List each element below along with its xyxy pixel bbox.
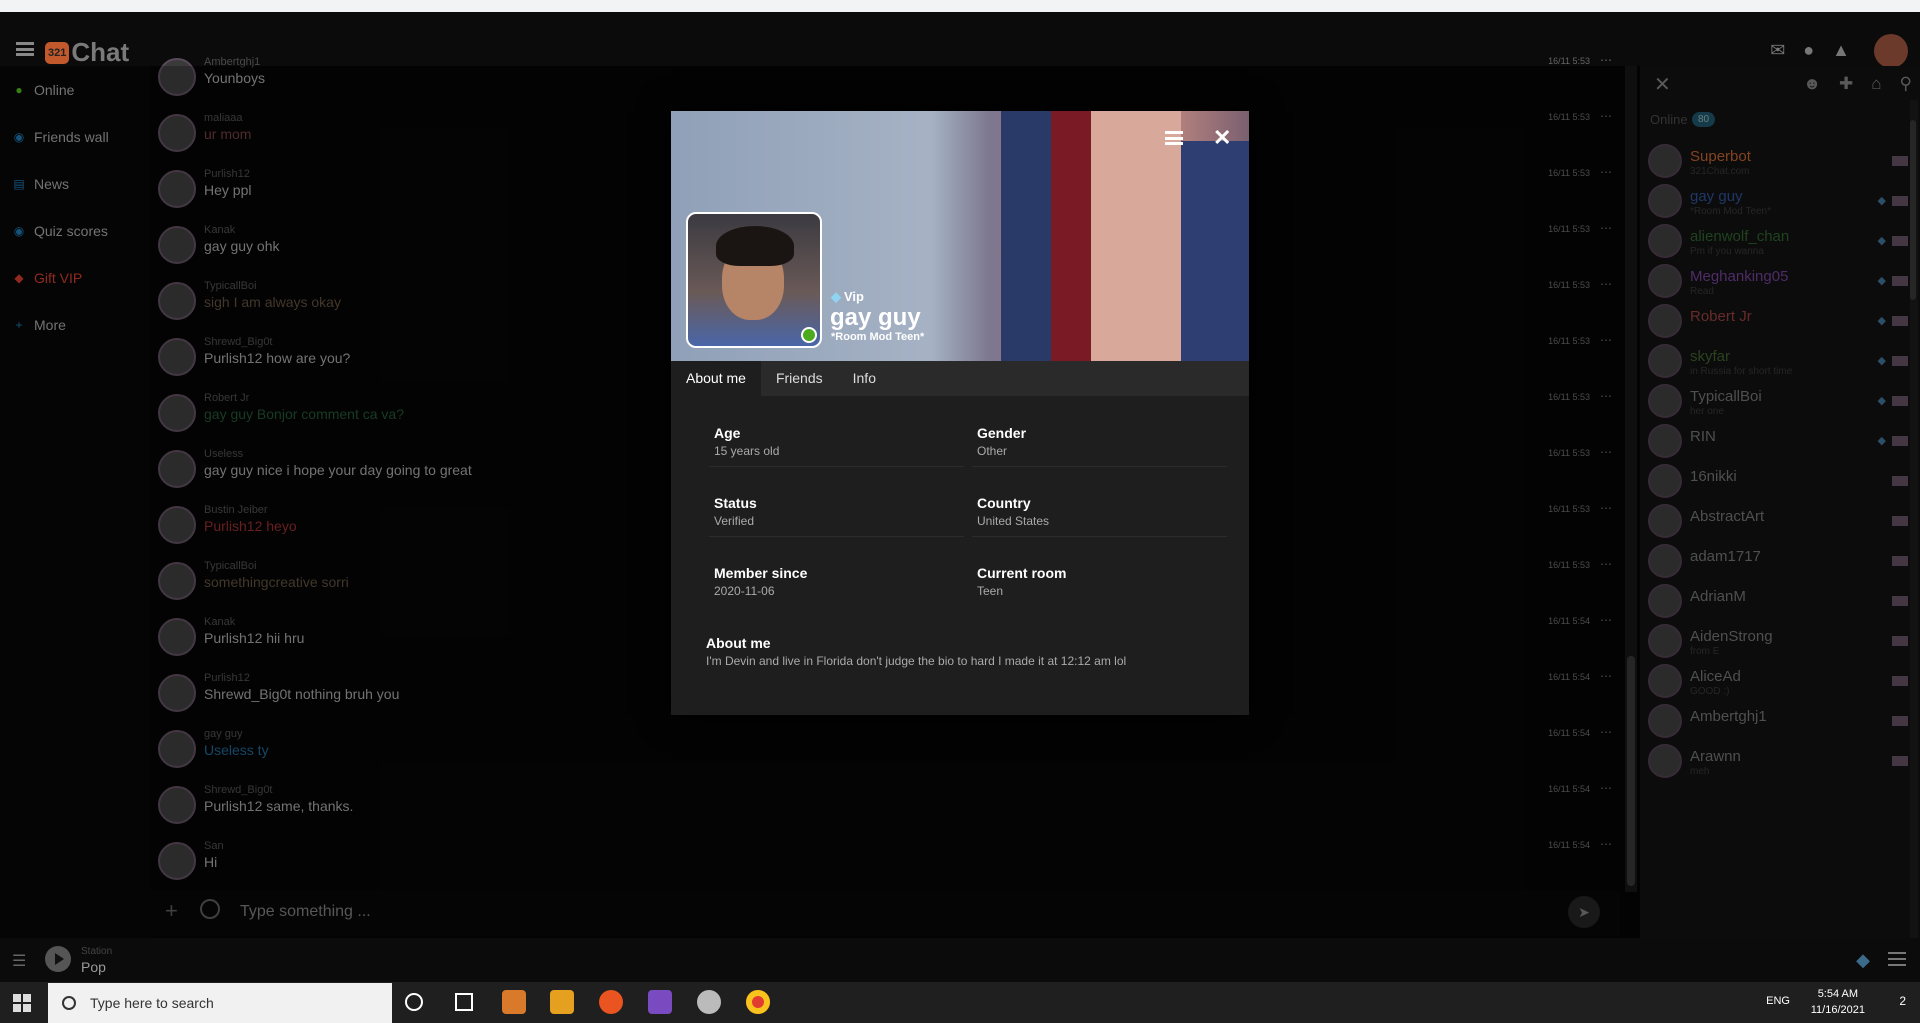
- file-explorer-icon[interactable]: [550, 990, 574, 1014]
- field-label: Age: [714, 425, 741, 441]
- cortana-icon[interactable]: [405, 993, 423, 1011]
- online-status-dot: [801, 327, 817, 343]
- field-current-room: Current room Teen: [972, 551, 1227, 607]
- close-icon[interactable]: ✕: [1213, 125, 1231, 151]
- notification-count: 2: [1899, 994, 1906, 1008]
- profile-menu-icon[interactable]: [1165, 131, 1183, 145]
- field-value: 15 years old: [714, 444, 780, 458]
- tab-about-me[interactable]: About me: [671, 361, 761, 396]
- windows-start-icon[interactable]: [13, 994, 31, 1012]
- visual-studio-icon[interactable]: [648, 990, 672, 1014]
- task-view-icon[interactable]: [455, 993, 473, 1011]
- vip-label: Vip: [844, 289, 864, 304]
- clock[interactable]: 5:54 AM 11/16/2021: [1811, 986, 1865, 1018]
- xampp-icon[interactable]: [502, 990, 526, 1014]
- field-label: Status: [714, 495, 757, 511]
- field-status: Status Verified: [709, 481, 964, 537]
- diamond-icon[interactable]: ◆: [1856, 950, 1870, 971]
- app-icon[interactable]: [697, 990, 721, 1014]
- taskbar: Type here to search ENG 5:54 AM 11/16/202…: [0, 982, 1920, 1023]
- field-age: Age 15 years old: [709, 411, 964, 467]
- message-options-icon[interactable]: ⋯: [1600, 53, 1612, 67]
- player-bar: ☰ Station Pop ◆: [0, 938, 1920, 982]
- top-icons: ✉ ● ▲: [1770, 40, 1850, 61]
- clock-date: 11/16/2021: [1810, 1004, 1865, 1016]
- logo[interactable]: 321 Chat: [45, 37, 129, 68]
- field-value: United States: [977, 514, 1050, 528]
- station-label: Station: [81, 946, 113, 957]
- logo-text: Chat: [71, 37, 130, 67]
- field-label: Member since: [714, 565, 808, 581]
- browser-bar: [0, 0, 1920, 12]
- field-label: Country: [977, 495, 1031, 511]
- field-country: Country United States: [972, 481, 1227, 537]
- play-icon[interactable]: [45, 946, 71, 972]
- search-icon: [62, 996, 76, 1010]
- profile-rank: *Room Mod Teen*: [831, 331, 925, 343]
- user-icon[interactable]: ●: [1803, 40, 1814, 61]
- profile-name: gay guy: [830, 304, 921, 331]
- bell-icon[interactable]: ▲: [1832, 40, 1850, 61]
- profile-modal: ✕ ◆ Vip gay guy *Room Mod Teen* About me …: [671, 111, 1249, 715]
- clock-time: 5:54 AM: [1817, 988, 1859, 1000]
- field-value: Other: [977, 444, 1008, 458]
- language-indicator[interactable]: ENG: [1766, 995, 1790, 1007]
- profile-avatar: [686, 212, 822, 348]
- field-value: Verified: [714, 514, 755, 528]
- ubuntu-icon[interactable]: [599, 990, 623, 1014]
- mail-icon[interactable]: ✉: [1770, 40, 1785, 61]
- field-member-since: Member since 2020-11-06: [709, 551, 964, 607]
- menu-icon[interactable]: [1888, 952, 1906, 966]
- tab-info[interactable]: Info: [838, 361, 891, 396]
- taskbar-search[interactable]: Type here to search: [48, 983, 392, 1023]
- chrome-icon[interactable]: [746, 990, 770, 1014]
- profile-tabs: About me Friends Info: [671, 361, 1249, 396]
- message-time: 16/11 5:53: [1548, 56, 1590, 66]
- station-name: Pop: [81, 959, 106, 975]
- field-value: Teen: [977, 584, 1004, 598]
- vip-badge: ◆ Vip: [831, 289, 864, 305]
- notification-icon[interactable]: 2: [1899, 994, 1906, 1008]
- hamburger-menu-icon[interactable]: [16, 42, 34, 56]
- field-gender: Gender Other: [972, 411, 1227, 467]
- app-window: 321 Chat ✉ ● ▲ ● Online ◉ Friends wall ▤ News…: [0, 0, 1920, 1023]
- avatar[interactable]: [1874, 34, 1908, 68]
- logo-badge: 321: [45, 41, 70, 64]
- diamond-icon: ◆: [831, 289, 841, 304]
- taskbar-search-text: Type here to search: [90, 995, 214, 1011]
- field-label: Current room: [977, 565, 1067, 581]
- settings-sliders-icon[interactable]: ☰: [12, 951, 26, 971]
- field-label: Gender: [977, 425, 1027, 441]
- about-label: About me: [706, 635, 771, 651]
- about-text: I'm Devin and live in Florida don't judg…: [706, 654, 1127, 668]
- tab-friends[interactable]: Friends: [761, 361, 838, 396]
- field-value: 2020-11-06: [714, 584, 775, 598]
